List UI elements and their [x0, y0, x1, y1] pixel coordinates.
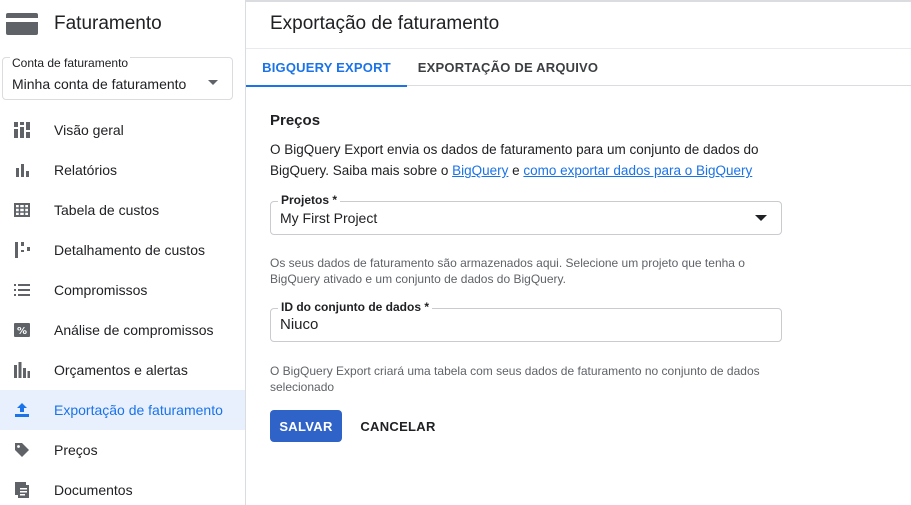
active-tab-indicator	[246, 85, 407, 87]
sidebar-item-orcamentos-e-alertas[interactable]: Orçamentos e alertas	[0, 350, 245, 390]
cost-breakdown-icon	[12, 240, 32, 260]
budget-icon	[12, 360, 32, 380]
bigquery-link[interactable]: BigQuery	[452, 163, 508, 178]
cancel-button[interactable]: CANCELAR	[354, 410, 442, 442]
sidebar-item-relatorios[interactable]: Relatórios	[0, 150, 245, 190]
sidebar-item-exportacao-de-faturamento[interactable]: Exportação de faturamento	[0, 390, 245, 430]
billing-account-select[interactable]: Conta de faturamento Minha conta de fatu…	[2, 56, 233, 100]
section-title: Preços	[270, 112, 321, 129]
description: O BigQuery Export envia os dados de fatu…	[270, 139, 760, 181]
dataset-hint: O BigQuery Export criará uma tabela com …	[270, 364, 760, 394]
sidebar-item-documentos[interactable]: Documentos	[0, 470, 245, 505]
sidebar-item-label: Compromissos	[54, 282, 148, 298]
app-header: Faturamento	[0, 0, 245, 48]
sidebar-item-label: Documentos	[54, 482, 133, 498]
svg-text:%: %	[17, 326, 27, 337]
sidebar-item-label: Exportação de faturamento	[54, 402, 223, 418]
upload-icon	[12, 400, 32, 420]
sidebar-item-label: Preços	[54, 442, 98, 458]
tab-bar: BIGQUERY EXPORT EXPORTAÇÃO DE ARQUIVO	[246, 48, 911, 87]
dataset-field-label: ID do conjunto de dados *	[278, 300, 432, 314]
sidebar-item-compromissos[interactable]: Compromissos	[0, 270, 245, 310]
page-title: Exportação de faturamento	[270, 13, 500, 34]
tab-label: BIGQUERY EXPORT	[262, 60, 391, 75]
dataset-id-input[interactable]	[280, 316, 760, 333]
tab-bigquery-export[interactable]: BIGQUERY EXPORT	[246, 49, 407, 87]
sidebar-item-label: Relatórios	[54, 162, 118, 178]
table-icon	[12, 200, 32, 220]
dashboard-icon	[12, 120, 32, 140]
dataset-id-field: ID do conjunto de dados *	[270, 300, 782, 342]
bar-chart-icon	[12, 160, 32, 180]
save-button[interactable]: SALVAR	[270, 410, 342, 442]
export-bigquery-link[interactable]: como exportar dados para o BigQuery	[523, 163, 752, 178]
sidebar-item-label: Visão geral	[54, 122, 124, 138]
main-content: Exportação de faturamento BIGQUERY EXPOR…	[246, 0, 911, 505]
app-title: Faturamento	[54, 13, 162, 34]
list-icon	[12, 280, 32, 300]
percent-icon: %	[12, 320, 32, 340]
project-field-value: My First Project	[280, 210, 378, 226]
chevron-down-icon	[755, 215, 767, 221]
sidebar-item-precos[interactable]: Preços	[0, 430, 245, 470]
project-select[interactable]: Projetos * My First Project	[270, 193, 782, 235]
billing-account-value: Minha conta de faturamento	[12, 76, 187, 92]
billing-account-label: Conta de faturamento	[10, 56, 131, 70]
sidebar-item-detalhamento-de-custos[interactable]: Detalhamento de custos	[0, 230, 245, 270]
sidebar-item-label: Orçamentos e alertas	[54, 362, 188, 378]
description-text: e	[508, 163, 524, 178]
billing-card-icon	[6, 13, 38, 35]
sidebar-item-visao-geral[interactable]: Visão geral	[0, 110, 245, 150]
chevron-down-icon	[208, 80, 218, 85]
tag-icon	[12, 440, 32, 460]
sidebar-item-tabela-de-custos[interactable]: Tabela de custos	[0, 190, 245, 230]
sidebar-item-label: Detalhamento de custos	[54, 242, 205, 258]
sidebar-item-analise-de-compromissos[interactable]: % Análise de compromissos	[0, 310, 245, 350]
tab-label: EXPORTAÇÃO DE ARQUIVO	[417, 60, 599, 75]
sidebar-item-label: Análise de compromissos	[54, 322, 214, 338]
project-hint: Os seus dados de faturamento são armazen…	[270, 256, 745, 286]
sidebar-nav: Visão geral Relatórios Tabela de custos …	[0, 110, 245, 505]
project-field-label: Projetos *	[278, 193, 341, 207]
tab-exportacao-de-arquivo[interactable]: EXPORTAÇÃO DE ARQUIVO	[407, 49, 609, 86]
document-icon	[12, 480, 32, 500]
sidebar: Faturamento Conta de faturamento Minha c…	[0, 0, 246, 505]
sidebar-item-label: Tabela de custos	[54, 202, 160, 218]
